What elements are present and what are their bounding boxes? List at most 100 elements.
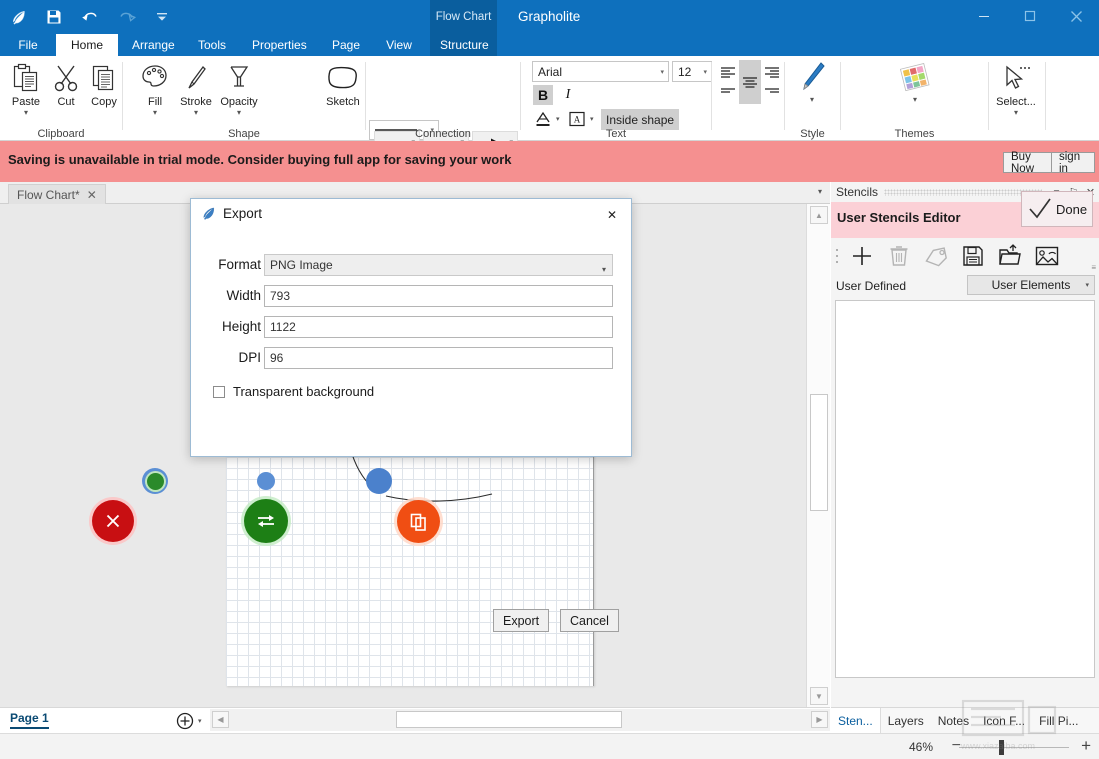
stencils-list[interactable] <box>835 300 1095 678</box>
bold-button[interactable]: B <box>533 85 553 105</box>
align-left-button[interactable] <box>718 64 738 80</box>
redo-icon[interactable] <box>108 2 144 32</box>
scroll-down-button[interactable]: ▼ <box>810 687 828 705</box>
user-stencils-editor-title: User Stencils Editor <box>837 210 961 225</box>
buy-now-button[interactable]: Buy Now <box>1003 151 1057 175</box>
document-tab[interactable]: Flow Chart* ✕ <box>8 184 106 204</box>
node-swap[interactable] <box>244 499 288 543</box>
chevron-down-icon[interactable]: ▾ <box>556 115 560 123</box>
page-tab-page-1[interactable]: Page 1 <box>10 711 49 729</box>
chevron-down-icon[interactable]: ▾ <box>788 96 836 104</box>
application-window: Flow Chart Grapholite sign in register F… <box>0 0 1099 759</box>
panel-tab-fill-pictures[interactable]: Fill Pi... <box>1032 708 1085 733</box>
tab-structure[interactable]: Structure <box>430 34 497 56</box>
chevron-down-icon[interactable]: ▾ <box>198 717 202 725</box>
opacity-button[interactable]: Opacity ▾ <box>212 60 266 117</box>
width-label: Width <box>226 288 261 303</box>
cancel-button[interactable]: Cancel <box>560 609 619 632</box>
scroll-left-button[interactable]: ◀ <box>212 711 229 728</box>
done-button[interactable]: Done <box>1021 191 1093 227</box>
align-justify-button[interactable] <box>762 83 782 99</box>
close-button[interactable] <box>1053 0 1099 32</box>
zoom-in-button[interactable]: + <box>1081 736 1091 756</box>
panel-tab-icon-fonts[interactable]: Icon F... <box>976 708 1032 733</box>
chevron-down-icon[interactable]: ▾ <box>590 115 594 123</box>
width-input[interactable]: 793 <box>264 285 613 307</box>
customize-qat-icon[interactable] <box>144 2 180 32</box>
open-icon[interactable] <box>991 240 1028 272</box>
align-bottom-button[interactable] <box>718 83 738 99</box>
minimize-button[interactable] <box>961 0 1007 32</box>
align-right-button[interactable] <box>762 64 782 80</box>
export-dialog-close-button[interactable]: ✕ <box>599 203 625 227</box>
font-color-button[interactable] <box>532 109 554 129</box>
node-close[interactable] <box>92 500 134 542</box>
format-select[interactable]: PNG Image ▾ <box>264 254 613 276</box>
group-title-style: Style <box>800 128 825 140</box>
save-icon[interactable] <box>36 2 72 32</box>
text-position-button[interactable]: Inside shape <box>601 109 680 130</box>
add-page-control[interactable]: ▾ <box>176 712 202 730</box>
delete-icon[interactable] <box>880 240 917 272</box>
feather-icon[interactable] <box>0 2 36 32</box>
vertical-scroll-thumb[interactable] <box>810 394 828 511</box>
node-handle-3[interactable] <box>366 468 392 494</box>
scroll-right-button[interactable]: ▶ <box>811 711 828 728</box>
tab-arrange[interactable]: Arrange <box>122 34 182 56</box>
horizontal-scroll-thumb[interactable] <box>396 711 622 728</box>
height-input[interactable]: 1122 <box>264 316 613 338</box>
highlight-button[interactable]: A <box>566 109 588 129</box>
toolbar-grip[interactable] <box>831 246 843 266</box>
tab-home[interactable]: Home <box>56 34 118 56</box>
highlight-icon: A <box>569 111 585 127</box>
tag-icon[interactable] <box>917 240 954 272</box>
panel-tab-layers[interactable]: Layers <box>881 708 931 733</box>
italic-button[interactable]: I <box>559 85 577 105</box>
tab-view[interactable]: View <box>376 34 422 56</box>
node-handle-2[interactable] <box>257 472 275 490</box>
node-copy[interactable] <box>397 500 440 543</box>
themes-button[interactable]: ▾ <box>891 60 939 104</box>
chevron-down-icon[interactable]: ▾ <box>212 109 266 117</box>
save-icon[interactable] <box>954 240 991 272</box>
zoom-slider-track[interactable] <box>959 747 1069 748</box>
checkmark-icon <box>1029 198 1051 219</box>
font-size-combo[interactable]: 12 ▾ <box>672 61 712 82</box>
tab-page[interactable]: Page <box>322 34 366 56</box>
panel-tab-notes[interactable]: Notes <box>931 708 976 733</box>
dpi-input[interactable]: 96 <box>264 347 613 369</box>
canvas-vertical-scrollbar[interactable]: ▲ ▼ <box>806 204 830 707</box>
copy-button[interactable]: Copy <box>80 60 128 109</box>
transparent-background-checkbox[interactable]: Transparent background <box>213 384 374 399</box>
add-icon[interactable] <box>843 240 880 272</box>
tab-tools[interactable]: Tools <box>188 34 236 56</box>
sketch-button[interactable]: Sketch <box>319 60 367 109</box>
tab-properties[interactable]: Properties <box>242 34 316 56</box>
user-elements-dropdown[interactable]: User Elements ▾ <box>967 275 1095 295</box>
tab-file[interactable]: File <box>8 34 48 56</box>
zoom-slider-thumb[interactable] <box>999 740 1004 755</box>
undo-icon[interactable] <box>72 2 108 32</box>
node-connected[interactable] <box>147 473 164 490</box>
ribbon-group-connection: ▾ ▾ ▾ Line Jumps Connection <box>366 56 520 174</box>
image-icon[interactable] <box>1028 240 1065 272</box>
export-button[interactable]: Export <box>493 609 550 632</box>
maximize-button[interactable] <box>1007 0 1053 32</box>
chevron-down-icon[interactable]: ▾ <box>2 109 50 117</box>
canvas-horizontal-scrollbar[interactable]: ◀ ▶ <box>210 709 830 731</box>
select-button[interactable]: Select... ▾ <box>992 60 1040 117</box>
align-center-button[interactable] <box>739 60 761 104</box>
themes-palette-icon <box>891 60 939 96</box>
style-button[interactable]: ▾ <box>788 60 836 104</box>
chevron-down-icon[interactable]: ▾ <box>992 109 1040 117</box>
chevron-down-icon[interactable]: ▾ <box>891 96 939 104</box>
font-family-combo[interactable]: Arial ▾ <box>532 61 669 82</box>
scroll-up-button[interactable]: ▲ <box>810 206 828 224</box>
zoom-out-button[interactable]: − <box>952 737 961 755</box>
panel-drag-grip[interactable] <box>884 188 1042 196</box>
close-icon[interactable]: ✕ <box>87 188 97 202</box>
toolbar-overflow-icon[interactable]: ≡ <box>1091 263 1096 272</box>
banner-sign-in-button[interactable]: sign in <box>1051 151 1095 175</box>
panel-tab-stencils[interactable]: Sten... <box>831 708 881 733</box>
chevron-down-icon[interactable]: ▾ <box>818 187 822 196</box>
